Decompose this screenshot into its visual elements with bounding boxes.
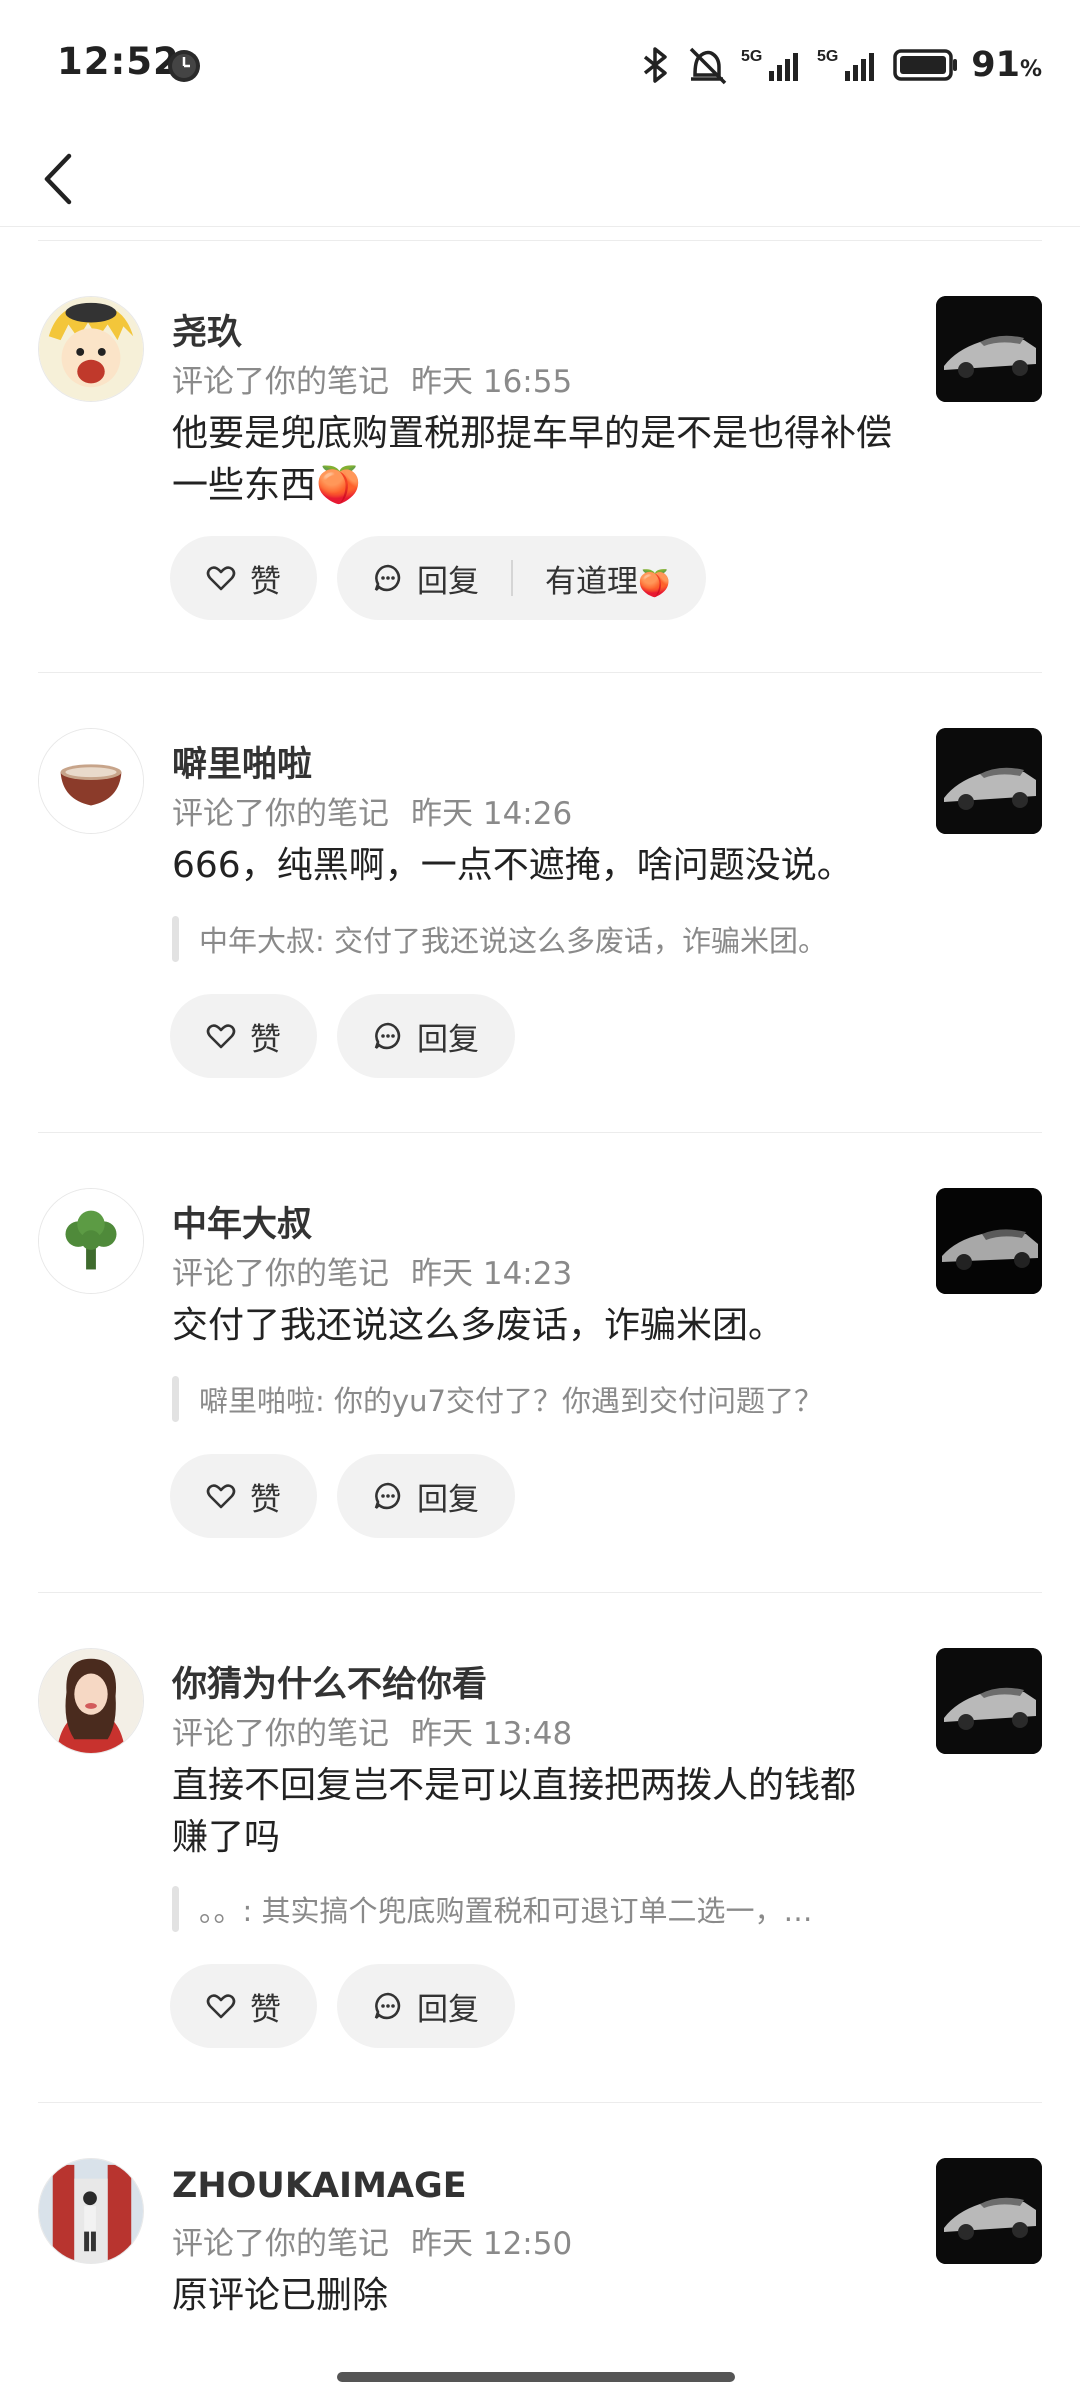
svg-text:5G: 5G — [741, 48, 762, 65]
home-indicator[interactable] — [337, 2372, 735, 2382]
quote-bar — [172, 916, 179, 962]
username[interactable]: 噼里啪啦 — [172, 736, 312, 787]
action-text: 评论了你的笔记 — [172, 1716, 389, 1752]
quote-bar — [172, 1886, 179, 1932]
divider — [38, 2102, 1042, 2103]
chat-bubble-icon — [374, 1992, 401, 2020]
reply-label: 回复 — [417, 1481, 479, 1518]
peach-emoji-icon: 🍑 — [316, 465, 361, 506]
note-thumbnail[interactable] — [936, 728, 1042, 834]
comment-text[interactable]: 直接不回复岂不是可以直接把两拨人的钱都赚了吗 — [172, 1760, 872, 1864]
heart-icon — [206, 1994, 236, 2019]
status-bar: 12:52 5G 5G 91% — [0, 0, 1080, 130]
timestamp: 昨天 12:50 — [411, 2226, 573, 2262]
comment-meta: 评论了你的笔记 昨天 12:50 — [172, 2218, 572, 2263]
signal-icon: 5G — [817, 48, 875, 81]
note-thumbnail[interactable] — [936, 1648, 1042, 1754]
comment-actions: 赞 回复 — [170, 1454, 515, 1538]
timestamp: 昨天 16:55 — [411, 364, 573, 400]
avatar[interactable] — [38, 1648, 144, 1754]
battery-level: 91% — [971, 45, 1042, 85]
note-thumbnail[interactable] — [936, 1188, 1042, 1294]
comment-actions: 赞 回复 — [170, 994, 515, 1078]
nav-divider — [0, 226, 1080, 227]
reply-button[interactable]: 回复 — [417, 556, 479, 601]
like-label: 赞 — [250, 1021, 281, 1058]
quick-reply-button[interactable]: 有道理🍑 — [545, 556, 670, 601]
avatar[interactable] — [38, 296, 144, 402]
divider — [38, 240, 1042, 241]
comment-actions: 赞 回复 — [170, 1964, 515, 2048]
divider — [38, 672, 1042, 673]
status-indicators: 5G 5G 91% — [639, 40, 1042, 90]
comment-actions: 赞 回复 有道理🍑 — [170, 536, 707, 620]
back-button[interactable] — [38, 144, 78, 214]
quoted-comment[interactable]: 。。: 其实搞个兜底购置税和可退订单二选一，… — [172, 1886, 892, 1932]
comment-meta: 评论了你的笔记 昨天 13:48 — [172, 1708, 572, 1753]
username[interactable]: 尧玖 — [172, 304, 242, 355]
like-label: 赞 — [250, 1481, 281, 1518]
svg-text:5G: 5G — [817, 48, 838, 65]
username[interactable]: 中年大叔 — [172, 1196, 312, 1247]
like-button[interactable]: 赞 — [170, 1454, 317, 1538]
timestamp: 昨天 14:23 — [411, 1256, 573, 1292]
comment-meta: 评论了你的笔记 昨天 14:23 — [172, 1248, 572, 1293]
heart-icon — [206, 566, 236, 591]
quote-bar — [172, 1376, 179, 1422]
quote-text: 。。: 其实搞个兜底购置税和可退订单二选一，… — [199, 1894, 813, 1928]
reply-label: 回复 — [417, 1991, 479, 2028]
action-text: 评论了你的笔记 — [172, 2226, 389, 2262]
divider — [511, 560, 513, 596]
comment-text[interactable]: 他要是兜底购置税那提车早的是不是也得补偿一些东西🍑 — [172, 408, 892, 512]
avatar[interactable] — [38, 728, 144, 834]
divider — [38, 1132, 1042, 1133]
reply-label: 回复 — [417, 1021, 479, 1058]
like-label: 赞 — [250, 1991, 281, 2028]
like-button[interactable]: 赞 — [170, 1964, 317, 2048]
quoted-comment[interactable]: 噼里啪啦: 你的yu7交付了？你遇到交付问题了？ — [172, 1376, 892, 1422]
chat-bubble-icon — [374, 1022, 401, 1050]
reply-button-group: 回复 有道理🍑 — [337, 536, 707, 620]
like-label: 赞 — [250, 563, 281, 600]
peach-emoji-icon: 🍑 — [638, 568, 671, 599]
heart-icon — [206, 1024, 236, 1049]
note-thumbnail[interactable] — [936, 296, 1042, 402]
timestamp: 昨天 14:26 — [411, 796, 573, 832]
avatar[interactable] — [38, 1188, 144, 1294]
timestamp: 昨天 13:48 — [411, 1716, 573, 1752]
clock-app-icon — [168, 50, 200, 82]
chat-bubble-icon — [374, 1482, 401, 1510]
comment-text[interactable]: 交付了我还说这么多废话，诈骗米团。 — [172, 1300, 892, 1352]
chat-bubble-icon — [374, 564, 401, 592]
username[interactable]: ZHOUKAIMAGE — [172, 2166, 467, 2206]
action-text: 评论了你的笔记 — [172, 364, 389, 400]
username[interactable]: 你猜为什么不给你看 — [172, 1656, 487, 1707]
quoted-comment[interactable]: 中年大叔: 交付了我还说这么多废话，诈骗米团。 — [172, 916, 892, 962]
reply-button[interactable]: 回复 — [337, 1454, 515, 1538]
comment-meta: 评论了你的笔记 昨天 14:26 — [172, 788, 572, 833]
quote-text: 噼里啪啦: 你的yu7交付了？你遇到交付问题了？ — [199, 1384, 823, 1418]
mute-icon — [689, 47, 727, 85]
signal-icon: 5G — [741, 48, 799, 81]
page-title — [410, 160, 680, 190]
divider — [38, 1592, 1042, 1593]
action-text: 评论了你的笔记 — [172, 1256, 389, 1292]
avatar[interactable] — [38, 2158, 144, 2264]
like-button[interactable]: 赞 — [170, 994, 317, 1078]
battery-icon — [893, 49, 958, 81]
reply-button[interactable]: 回复 — [337, 1964, 515, 2048]
note-thumbnail[interactable] — [936, 2158, 1042, 2264]
bluetooth-icon — [644, 47, 667, 83]
comment-text[interactable]: 原评论已删除 — [172, 2270, 892, 2322]
quote-text: 中年大叔: 交付了我还说这么多废话，诈骗米团。 — [199, 924, 827, 958]
nav-bar — [0, 130, 1080, 226]
action-text: 评论了你的笔记 — [172, 796, 389, 832]
heart-icon — [206, 1484, 236, 1509]
comment-meta: 评论了你的笔记 昨天 16:55 — [172, 356, 572, 401]
reply-button[interactable]: 回复 — [337, 994, 515, 1078]
comment-text[interactable]: 666，纯黑啊，一点不遮掩，啥问题没说。 — [172, 840, 892, 892]
status-time: 12:52 — [57, 40, 180, 83]
like-button[interactable]: 赞 — [170, 536, 317, 620]
chevron-left-icon — [44, 153, 72, 205]
